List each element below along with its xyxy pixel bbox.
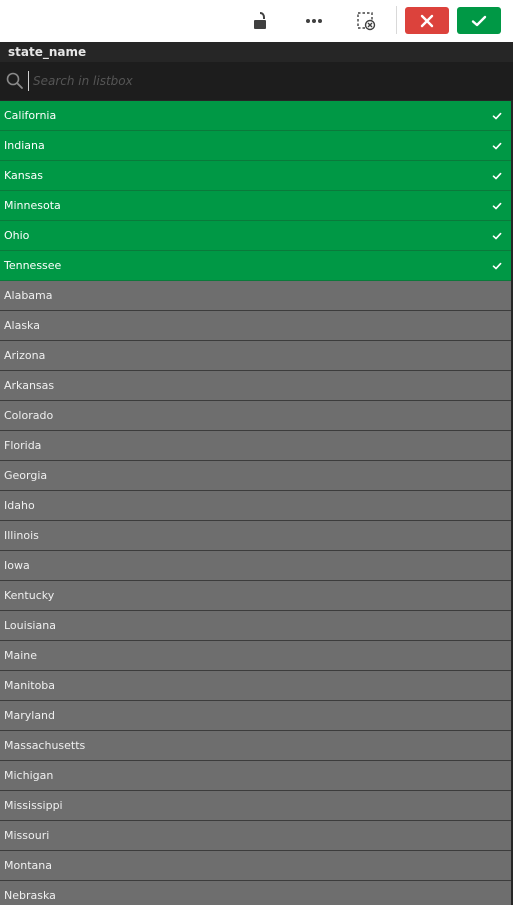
list-item[interactable]: Mississippi [0,791,513,821]
list-item-label: Florida [4,439,42,452]
list-item-label: Massachusetts [4,739,86,752]
check-icon [492,112,502,120]
list-item-label: Nebraska [4,889,56,902]
list-item[interactable]: Arizona [0,341,513,371]
list-item-label: Kansas [4,169,43,182]
list-item[interactable]: Missouri [0,821,513,851]
list-item[interactable]: Nebraska [0,881,513,905]
list-item-label: Michigan [4,769,54,782]
list-item-label: California [4,109,57,122]
list-item-label: Idaho [4,499,35,512]
list-item-label: Arizona [4,349,46,362]
list-item[interactable]: Arkansas [0,371,513,401]
list-item-label: Iowa [4,559,30,572]
list-item-label: Alaska [4,319,40,332]
list-item[interactable]: California [0,101,513,131]
list-item[interactable]: Maryland [0,701,513,731]
list-item[interactable]: Iowa [0,551,513,581]
list-item[interactable]: Tennessee [0,251,513,281]
confirm-selection-button[interactable] [457,7,501,34]
check-icon [471,15,487,26]
list-item[interactable]: Minnesota [0,191,513,221]
check-icon [492,232,502,240]
clear-selection-icon[interactable] [352,8,380,34]
listbox-panel: state_name California Indiana Kansas Minnes… [0,0,513,905]
list-item[interactable]: Kansas [0,161,513,191]
list-item[interactable]: Alabama [0,281,513,311]
more-options-icon[interactable] [300,8,328,34]
list-item-label: Mississippi [4,799,63,812]
list-item[interactable]: Indiana [0,131,513,161]
list-item-label: Colorado [4,409,54,422]
list-item-label: Maryland [4,709,56,722]
list-item-label: Illinois [4,529,39,542]
selection-toolbar [0,0,513,42]
cancel-selection-button[interactable] [405,7,449,34]
list-item[interactable]: Michigan [0,761,513,791]
check-icon [492,142,502,150]
list-item-label: Louisiana [4,619,56,632]
list-item-label: Missouri [4,829,50,842]
list-item-label: Indiana [4,139,45,152]
listbox-title: state_name [8,45,87,59]
list-item-label: Maine [4,649,38,662]
list-item-label: Manitoba [4,679,56,692]
search-input[interactable] [28,71,503,91]
list-item[interactable]: Maine [0,641,513,671]
list-item-label: Tennessee [4,259,62,272]
list-item-label: Ohio [4,229,30,242]
check-icon [492,262,502,270]
list-item[interactable]: Massachusetts [0,731,513,761]
list-item-label: Alabama [4,289,53,302]
list-item[interactable]: Illinois [0,521,513,551]
search-icon [6,72,23,89]
list-item[interactable]: Alaska [0,311,513,341]
search-bar [0,62,513,100]
list-item[interactable]: Montana [0,851,513,881]
list-item[interactable]: Colorado [0,401,513,431]
list-item[interactable]: Idaho [0,491,513,521]
list-item[interactable]: Florida [0,431,513,461]
list-item[interactable]: Ohio [0,221,513,251]
listbox-values: California Indiana Kansas Minnesota Ohio Tenn… [0,101,513,905]
list-item[interactable]: Kentucky [0,581,513,611]
toolbar-divider [396,6,397,34]
listbox-header: state_name [0,42,513,62]
unlock-icon[interactable] [246,8,274,34]
check-icon [492,172,502,180]
list-item[interactable]: Louisiana [0,611,513,641]
list-item-label: Georgia [4,469,48,482]
list-item-label: Montana [4,859,52,872]
list-item-label: Minnesota [4,199,61,212]
list-item[interactable]: Georgia [0,461,513,491]
close-icon [420,14,434,27]
check-icon [492,202,502,210]
list-item[interactable]: Manitoba [0,671,513,701]
list-item-label: Arkansas [4,379,55,392]
list-item-label: Kentucky [4,589,55,602]
